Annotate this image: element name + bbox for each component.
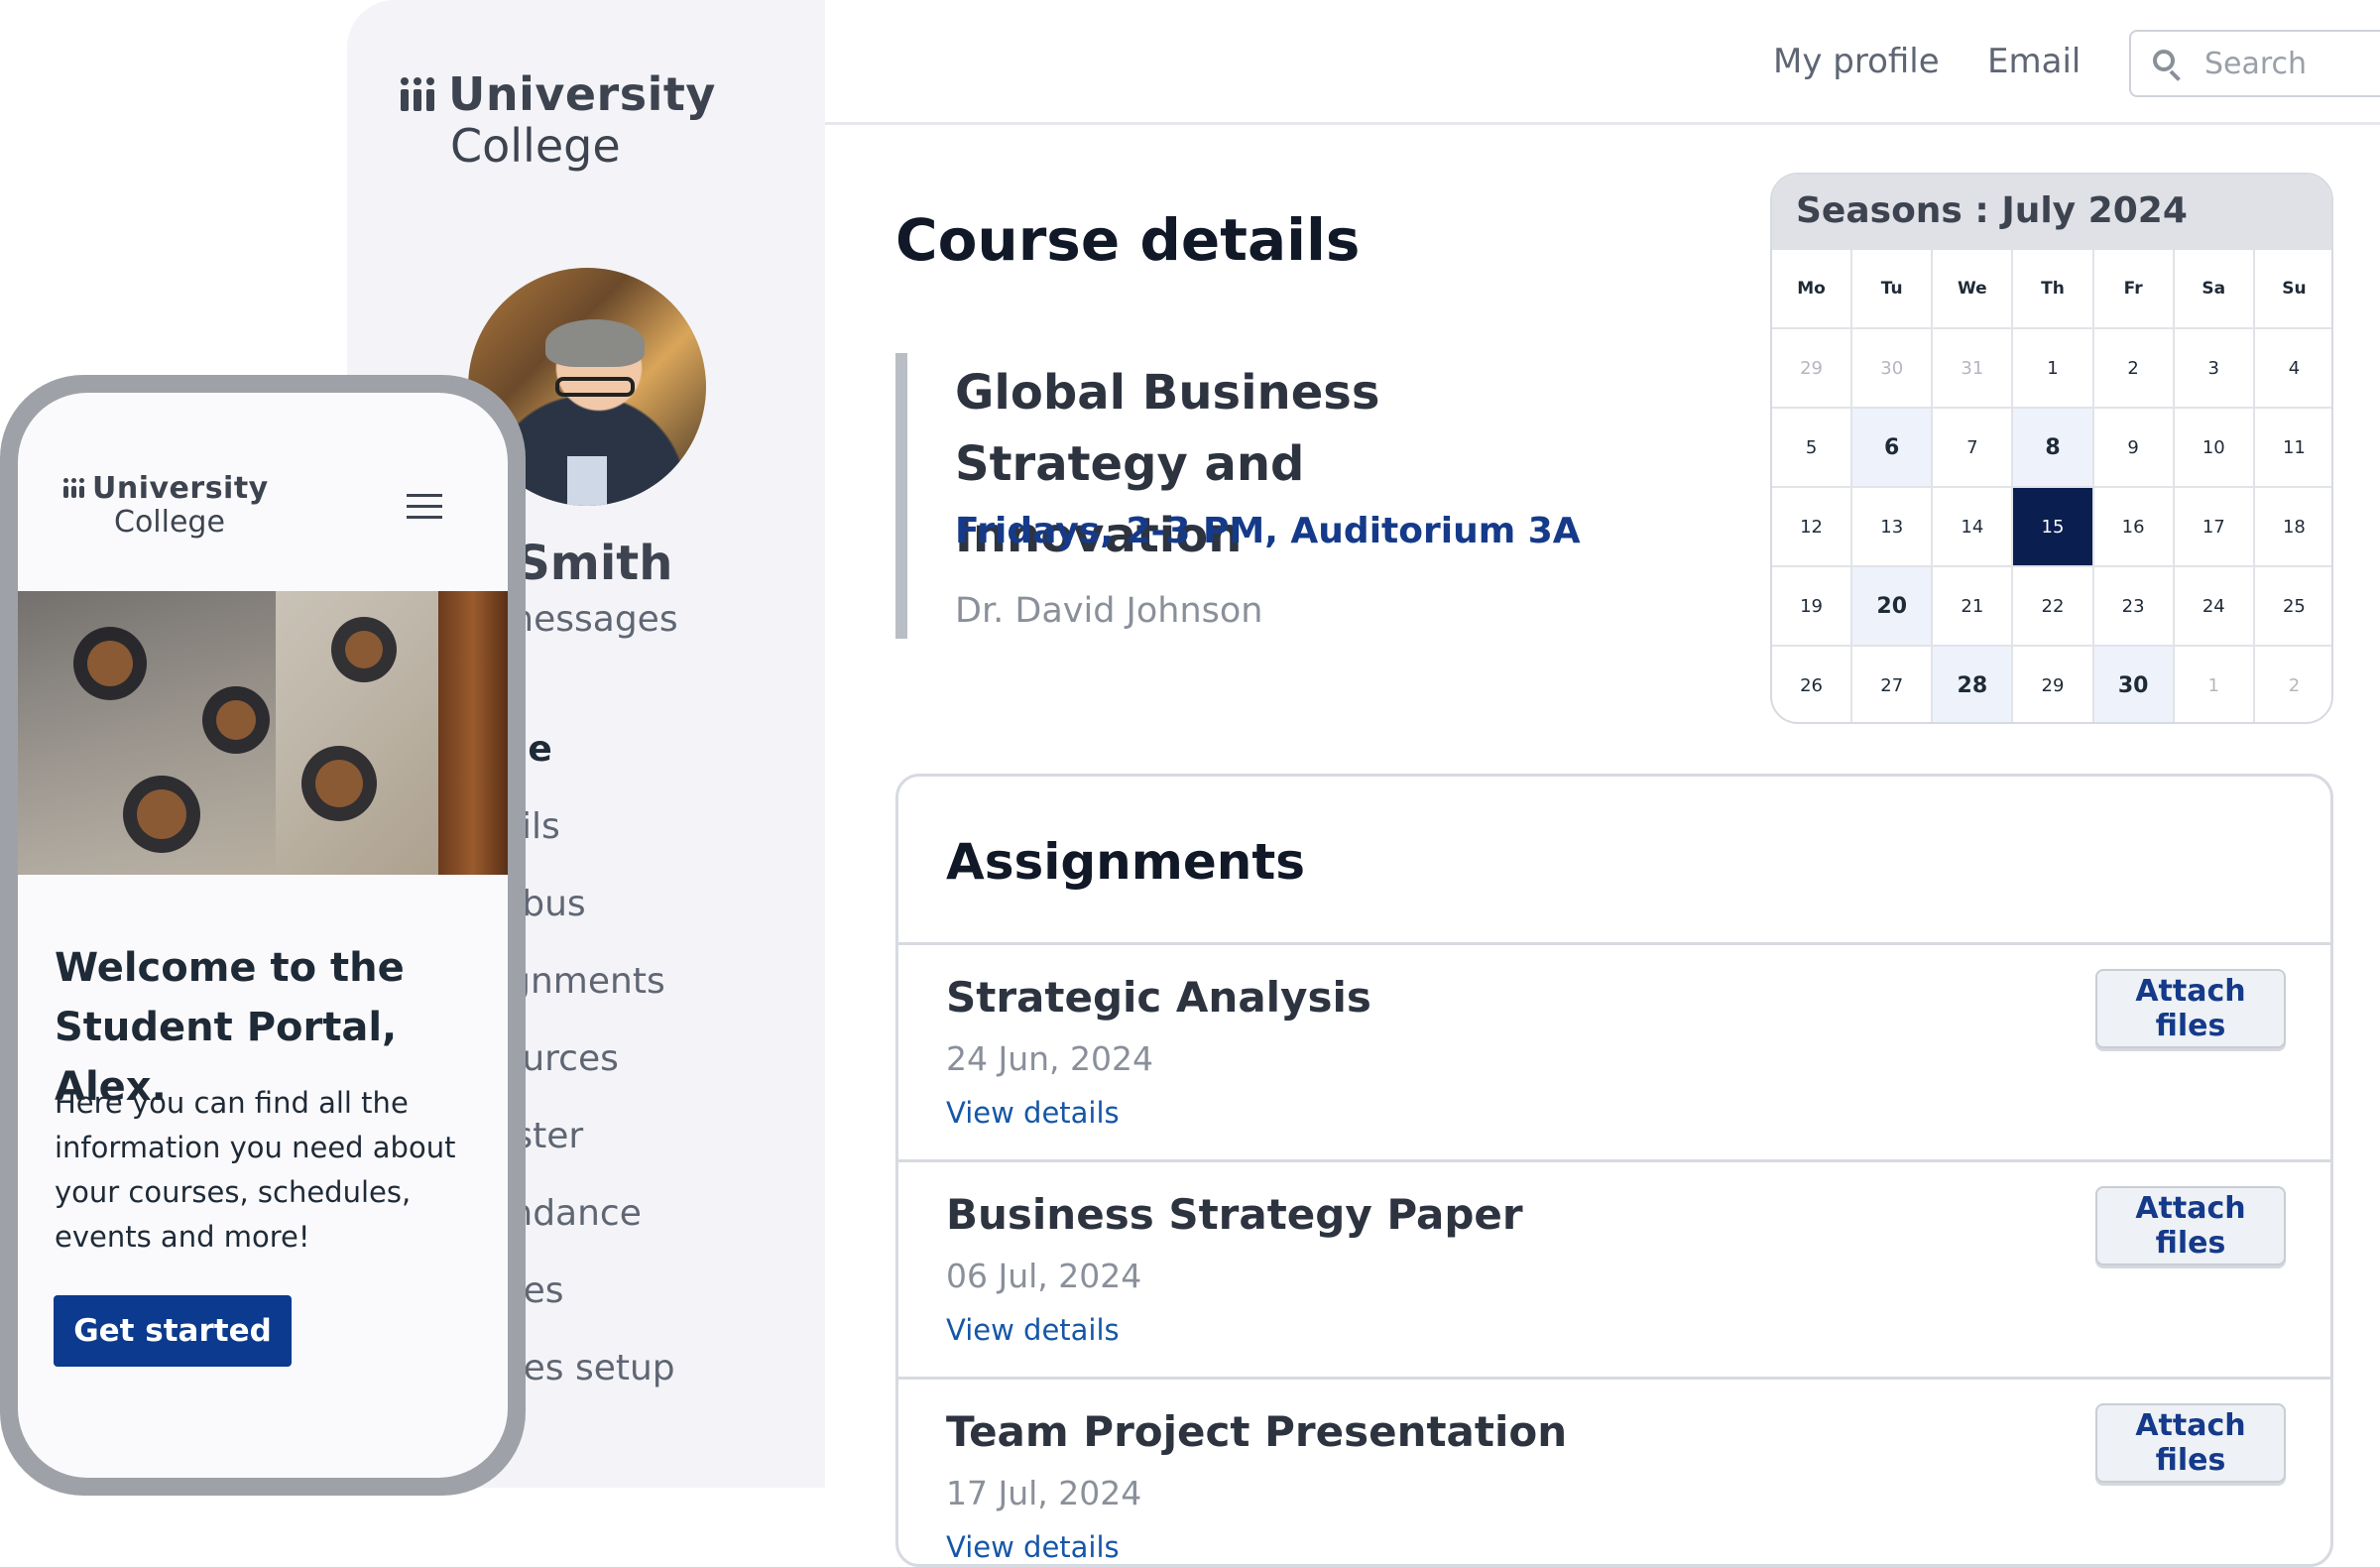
calendar-header: Seasons : July 2024 xyxy=(1772,175,2331,250)
logo-line-2: College xyxy=(114,505,225,540)
calendar-day[interactable]: 23 xyxy=(2093,567,2175,647)
assignment-row: Team Project Presentation 17 Jul, 2024 Vie… xyxy=(898,1377,2330,1564)
calendar-day[interactable]: 22 xyxy=(2013,567,2094,647)
assignment-name: Strategic Analysis xyxy=(946,973,1371,1022)
assignments-title: Assignments xyxy=(946,833,1306,891)
welcome-intro: Here you can find all the information yo… xyxy=(55,1086,456,1254)
calendar-day[interactable]: 26 xyxy=(1772,647,1853,722)
mobile-screen: University College Welcome to the Studen… xyxy=(18,393,508,1478)
calendar-weekday: Tu xyxy=(1852,250,1934,329)
calendar-day[interactable]: 1 xyxy=(2175,647,2255,722)
calendar-day[interactable]: 25 xyxy=(2254,567,2331,647)
search-icon xyxy=(2153,50,2181,81)
logo-mark-icon xyxy=(63,478,84,498)
calendar-day[interactable]: 13 xyxy=(1852,488,1934,567)
assignment-row: Business Strategy Paper 06 Jul, 2024 View … xyxy=(898,1159,2330,1377)
logo-mark-icon xyxy=(401,77,434,111)
calendar-title: Seasons : July 2024 xyxy=(1796,190,2188,231)
assignment-date: 17 Jul, 2024 xyxy=(946,1474,1142,1512)
calendar-weekday: Su xyxy=(2254,250,2331,329)
calendar-day[interactable]: 12 xyxy=(1772,488,1853,567)
assignment-name: Team Project Presentation xyxy=(946,1407,1568,1456)
calendar-weekday: We xyxy=(1933,250,2014,329)
calendar-day[interactable]: 2 xyxy=(2093,329,2175,409)
calendar-day[interactable]: 16 xyxy=(2093,488,2175,567)
calendar-weekday: Th xyxy=(2013,250,2094,329)
search-input[interactable] xyxy=(2202,44,2380,83)
attach-files-button[interactable]: Attach files xyxy=(2095,969,2286,1048)
calendar: Seasons : July 2024 Mo Tu We Th Fr Sa Su 29 30 31… xyxy=(1770,173,2333,724)
email-link[interactable]: Email xyxy=(1987,42,2081,81)
attach-files-button[interactable]: Attach files xyxy=(2095,1403,2286,1483)
view-details-link[interactable]: View details xyxy=(946,1530,1120,1564)
calendar-day[interactable]: 4 xyxy=(2254,329,2331,409)
assignment-name: Business Strategy Paper xyxy=(946,1190,1523,1239)
calendar-day[interactable]: 8 xyxy=(2013,409,2094,488)
page-title: Course details xyxy=(895,206,1361,274)
calendar-day[interactable]: 7 xyxy=(1933,409,2014,488)
calendar-day[interactable]: 28 xyxy=(1933,647,2014,722)
calendar-day[interactable]: 3 xyxy=(2174,329,2255,409)
calendar-day[interactable]: 10 xyxy=(2174,409,2255,488)
calendar-day[interactable]: 1 xyxy=(2013,329,2094,409)
view-details-link[interactable]: View details xyxy=(946,1096,1120,1130)
logo-line-1: University xyxy=(92,471,269,506)
hero-image xyxy=(18,591,508,875)
assignment-row: Strategic Analysis 24 Jun, 2024 View detai… xyxy=(898,942,2330,1159)
calendar-day[interactable]: 21 xyxy=(1933,567,2014,647)
calendar-day[interactable]: 24 xyxy=(2174,567,2255,647)
view-details-link[interactable]: View details xyxy=(946,1313,1120,1347)
top-header: My profile Email xyxy=(825,0,2380,125)
calendar-day[interactable]: 15 xyxy=(2013,488,2094,567)
assignments-panel: Assignments Strategic Analysis 24 Jun, 20… xyxy=(895,774,2333,1567)
course-accent-bar xyxy=(895,353,907,639)
calendar-grid: Mo Tu We Th Fr Sa Su 29 30 31 1 2 3 4 5 6 7 8 9 10 11 12 13 14 1… xyxy=(1772,250,2331,722)
calendar-day[interactable]: 6 xyxy=(1852,409,1934,488)
hamburger-menu-icon[interactable] xyxy=(407,494,442,520)
calendar-day[interactable]: 20 xyxy=(1852,567,1934,647)
calendar-day[interactable]: 29 xyxy=(2013,647,2094,722)
calendar-day[interactable]: 30 xyxy=(1852,329,1934,409)
search-box[interactable] xyxy=(2129,30,2380,97)
calendar-day[interactable]: 29 xyxy=(1772,329,1853,409)
calendar-day[interactable]: 5 xyxy=(1772,409,1853,488)
calendar-day[interactable]: 14 xyxy=(1933,488,2014,567)
calendar-day[interactable]: 30 xyxy=(2093,647,2175,722)
calendar-day[interactable]: 27 xyxy=(1852,647,1934,722)
assignment-date: 24 Jun, 2024 xyxy=(946,1039,1154,1078)
attach-files-button[interactable]: Attach files xyxy=(2095,1186,2286,1266)
mobile-university-logo[interactable]: University College xyxy=(63,474,269,538)
logo-line-1: University xyxy=(448,67,716,121)
assignment-date: 06 Jul, 2024 xyxy=(946,1257,1142,1295)
course-schedule: Fridays, 2-3 PM, Auditorium 3A xyxy=(955,511,1581,551)
calendar-weekday: Sa xyxy=(2174,250,2255,329)
calendar-day[interactable]: 11 xyxy=(2254,409,2331,488)
calendar-day[interactable]: 2 xyxy=(2255,647,2331,722)
calendar-day[interactable]: 18 xyxy=(2254,488,2331,567)
course-teacher: Dr. David Johnson xyxy=(955,591,1263,631)
logo-line-2: College xyxy=(450,119,621,173)
my-profile-link[interactable]: My profile xyxy=(1773,42,1940,81)
calendar-day[interactable]: 17 xyxy=(2174,488,2255,567)
mobile-phone-frame: University College Welcome to the Studen… xyxy=(0,375,526,1496)
calendar-weekday: Mo xyxy=(1772,250,1853,329)
calendar-day[interactable]: 19 xyxy=(1772,567,1853,647)
calendar-day[interactable]: 31 xyxy=(1933,329,2014,409)
calendar-day[interactable]: 9 xyxy=(2093,409,2175,488)
university-logo[interactable]: University College xyxy=(401,71,716,169)
get-started-button[interactable]: Get started xyxy=(54,1295,292,1367)
calendar-weekday: Fr xyxy=(2093,250,2175,329)
